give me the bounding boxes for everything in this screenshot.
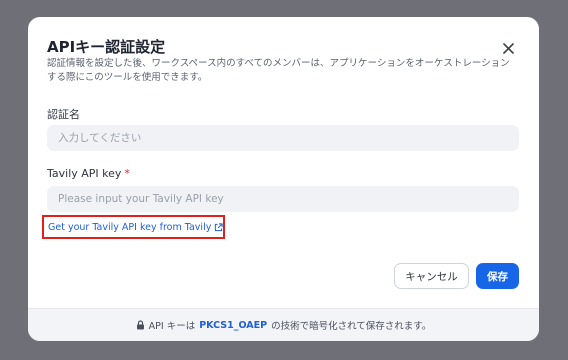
close-button[interactable] (498, 38, 518, 58)
api-key-auth-dialog: APIキー認証設定 認証情報を設定した後、ワークスペース内のすべてのメンバーは、… (28, 17, 539, 341)
api-key-label-text: Tavily API key (47, 167, 122, 180)
dialog-title: APIキー認証設定 (47, 38, 166, 56)
footer-encryption-method: PKCS1_OAEP (199, 319, 268, 331)
footer-prefix: API キーは (148, 321, 196, 332)
required-mark: * (124, 167, 130, 180)
get-api-key-link[interactable]: Get your Tavily API key from Tavily (48, 222, 223, 233)
api-key-label: Tavily API key * (47, 167, 130, 180)
auth-name-label-text: 認証名 (47, 108, 80, 121)
external-link-icon (215, 222, 223, 231)
api-key-input[interactable] (47, 186, 519, 212)
auth-name-label: 認証名 (47, 106, 80, 122)
save-button[interactable]: 保存 (476, 263, 519, 289)
lock-icon (136, 320, 144, 330)
link-highlight-box: Get your Tavily API key from Tavily (42, 215, 225, 239)
auth-name-input[interactable] (47, 125, 519, 151)
footer-suffix: の技術で暗号化されて保存されます。 (271, 321, 432, 332)
encryption-notice: API キーは PKCS1_OAEP の技術で暗号化されて保存されます。 (28, 308, 539, 341)
get-api-key-link-text: Get your Tavily API key from Tavily (48, 221, 212, 233)
dialog-description: 認証情報を設定した後、ワークスペース内のすべてのメンバーは、アプリケーションをオ… (47, 58, 510, 83)
cancel-button[interactable]: キャンセル (394, 263, 469, 289)
close-icon (502, 42, 514, 54)
